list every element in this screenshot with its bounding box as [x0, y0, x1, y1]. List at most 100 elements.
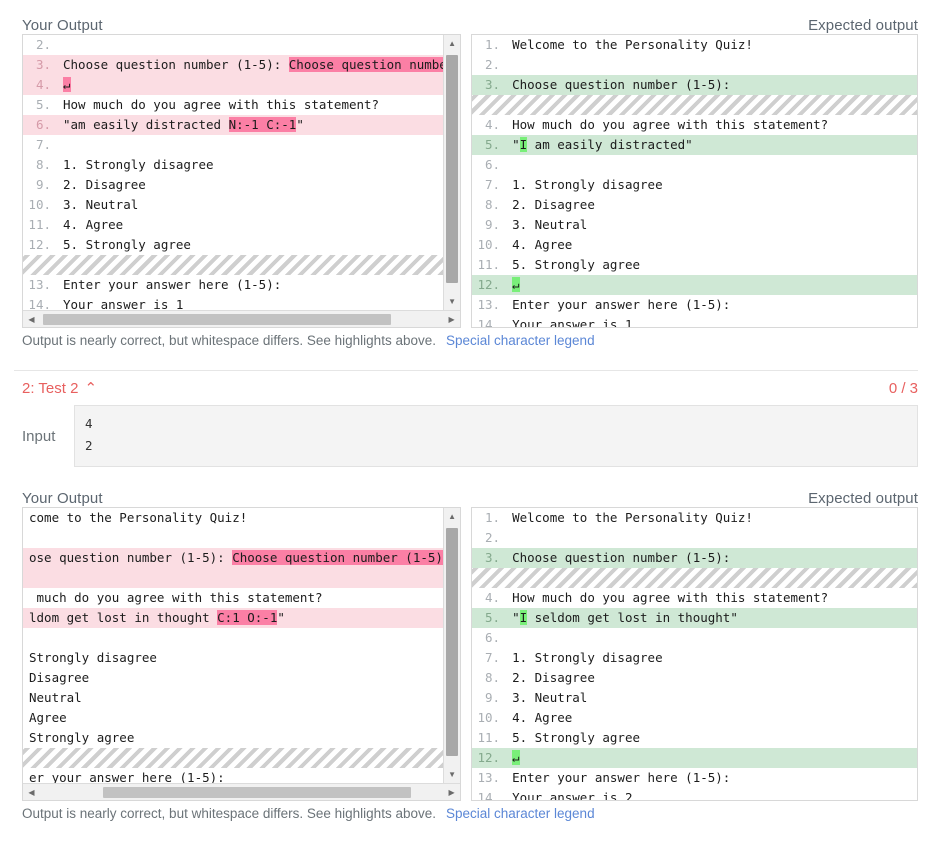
line-number: 12. [477, 277, 501, 292]
line-number: 2. [35, 37, 51, 52]
whitespace-diff-hatch-row [472, 95, 917, 115]
scroll-up-arrow-icon-2[interactable]: ▲ [444, 508, 460, 525]
vertical-scrollbar-2[interactable]: ▲ ▼ [443, 508, 461, 783]
test-2-your-output-pane[interactable]: come to the Personality Quiz! ose questio… [22, 507, 462, 801]
diff-text-span: am easily distracted" [527, 137, 693, 152]
diff-line-row: Strongly disagree [23, 648, 444, 668]
line-number: 6. [35, 117, 51, 132]
diff-text-span: come to the Personality Quiz! [29, 510, 248, 525]
diff-line-row: 3. Choose question number (1-5): [472, 75, 917, 95]
test-1-expected-output-pane[interactable]: 1. Welcome to the Personality Quiz! 2. 3. Ch… [471, 34, 918, 328]
line-number: 11. [28, 217, 51, 232]
diff-text-span: 2. Disagree [512, 670, 595, 685]
vertical-scroll-thumb[interactable] [446, 55, 459, 283]
line-number: 4. [485, 590, 501, 605]
special-character-legend-link-2[interactable]: Special character legend [446, 806, 595, 821]
diff-text-span: Strongly agree [29, 730, 135, 745]
scroll-left-arrow-icon-2[interactable]: ◀ [23, 784, 40, 800]
diff-line-text: Neutral [23, 688, 443, 708]
diff-text-span: Your answer is 1 [512, 317, 633, 327]
diff-highlight-span: ↵ [63, 77, 71, 92]
scroll-down-arrow-icon[interactable]: ▼ [444, 293, 460, 310]
diff-line-text: "I seldom get lost in thought" [506, 608, 917, 628]
line-number: 14. [28, 297, 51, 311]
diff-line-text: come to the Personality Quiz! [23, 508, 443, 528]
scroll-left-arrow-icon[interactable]: ◀ [23, 311, 40, 327]
your-output-label-2: Your Output [22, 490, 103, 507]
diff-line-text: Your answer is 1 [506, 315, 917, 327]
diff-line-row [23, 628, 444, 648]
diff-line-row: Disagree [23, 668, 444, 688]
horizontal-scroll-thumb[interactable] [43, 314, 391, 325]
line-number: 9. [485, 217, 501, 232]
line-number: 2. [485, 530, 501, 545]
diff-line-text: "I am easily distracted" [506, 135, 917, 155]
horizontal-scroll-thumb-2[interactable] [103, 787, 411, 798]
test-2-header[interactable]: 2: Test 2 ⌃ 0 / 3 [0, 371, 932, 405]
chevron-up-icon[interactable]: ⌃ [84, 379, 97, 397]
diff-line-row: 2. [472, 55, 917, 75]
diff-text-span: seldom get lost in thought" [527, 610, 738, 625]
test-2-score: 0 / 3 [888, 379, 918, 397]
test-1-your-output-pane[interactable]: 2. 3. Choose question number (1-5): Choose… [22, 34, 462, 328]
diff-line-text: ↵ [506, 275, 917, 295]
horizontal-scrollbar-2[interactable]: ◀ ▶ [23, 783, 461, 800]
diff-line-text: 1. Strongly disagree [506, 648, 917, 668]
diff-line-row: 12. 5. Strongly agree [23, 235, 444, 255]
diff-line-text: Disagree [23, 668, 443, 688]
diff-line-row: Strongly agree [23, 728, 444, 748]
special-character-legend-link[interactable]: Special character legend [446, 333, 595, 348]
diff-line-text: 3. Neutral [506, 215, 917, 235]
diff-line-row: 7. 1. Strongly disagree [472, 175, 917, 195]
diff-line-row: 8. 1. Strongly disagree [23, 155, 444, 175]
test-2-your-output-code: come to the Personality Quiz! ose questio… [23, 508, 444, 784]
diff-text-span: Strongly disagree [29, 650, 157, 665]
test-2-title-group[interactable]: 2: Test 2 ⌃ [22, 379, 97, 398]
scroll-right-arrow-icon[interactable]: ▶ [443, 311, 460, 327]
diff-line-row: ose question number (1-5): Choose questi… [23, 548, 444, 568]
line-number: 10. [477, 237, 501, 252]
scroll-down-arrow-icon-2[interactable]: ▼ [444, 766, 460, 783]
diff-text-span: 4. Agree [512, 710, 573, 725]
diff-line-text: 2. Disagree [506, 668, 917, 688]
diff-text-span: 5. Strongly agree [63, 237, 191, 252]
diff-line-text: Strongly agree [23, 728, 443, 748]
diff-line-text: 1. Strongly disagree [57, 155, 443, 175]
diff-line-text: Strongly disagree [23, 648, 443, 668]
diff-line-text: 4. Agree [57, 215, 443, 235]
test-2-expected-output-pane[interactable]: 1. Welcome to the Personality Quiz! 2. 3. Ch… [471, 507, 918, 801]
vertical-scrollbar[interactable]: ▲ ▼ [443, 35, 461, 310]
test-2-result-block: Your Output Expected output come to the … [0, 467, 932, 821]
horizontal-scrollbar[interactable]: ◀ ▶ [23, 310, 461, 327]
diff-text-span: How much do you agree with this statemen… [512, 590, 829, 605]
diff-line-text: much do you agree with this statement? [23, 588, 443, 608]
diff-text-span: "am easily distracted [63, 117, 229, 132]
scroll-up-arrow-icon[interactable]: ▲ [444, 35, 460, 52]
line-number: 9. [485, 690, 501, 705]
diff-text-span: Enter your answer here (1-5): [512, 297, 731, 312]
diff-note-text-2: Output is nearly correct, but whitespace… [22, 806, 436, 821]
scroll-right-arrow-icon-2[interactable]: ▶ [443, 784, 460, 800]
vertical-scroll-thumb-2[interactable] [446, 528, 459, 756]
diff-line-text: 5. Strongly agree [506, 255, 917, 275]
diff-line-text: Your answer is 1 [57, 295, 443, 311]
diff-line-row: 11. 5. Strongly agree [472, 255, 917, 275]
diff-line-row: 5. "I am easily distracted" [472, 135, 917, 155]
diff-highlight-span: Choose question number (1-5): [232, 550, 444, 565]
diff-highlight-span: I [519, 610, 528, 625]
diff-text-span: Welcome to the Personality Quiz! [512, 510, 753, 525]
expected-output-label-2: Expected output [808, 490, 918, 507]
diff-line-text: ose question number (1-5): Choose questi… [23, 548, 444, 568]
diff-line-row: 9. 2. Disagree [23, 175, 444, 195]
test-2-title[interactable]: 2: Test 2 [22, 380, 78, 397]
diff-line-text: How much do you agree with this statemen… [57, 95, 443, 115]
line-number: 2. [485, 57, 501, 72]
diff-line-row: 5. How much do you agree with this statem… [23, 95, 444, 115]
test-2-io-headers: Your Output Expected output [0, 467, 932, 507]
diff-line-text: Welcome to the Personality Quiz! [506, 35, 917, 55]
diff-text-span: Your answer is 1 [63, 297, 184, 311]
line-number: 8. [485, 197, 501, 212]
diff-line-text: How much do you agree with this statemen… [506, 588, 917, 608]
diff-text-span: ldom get lost in thought [29, 610, 218, 625]
diff-text-span: " [512, 610, 520, 625]
